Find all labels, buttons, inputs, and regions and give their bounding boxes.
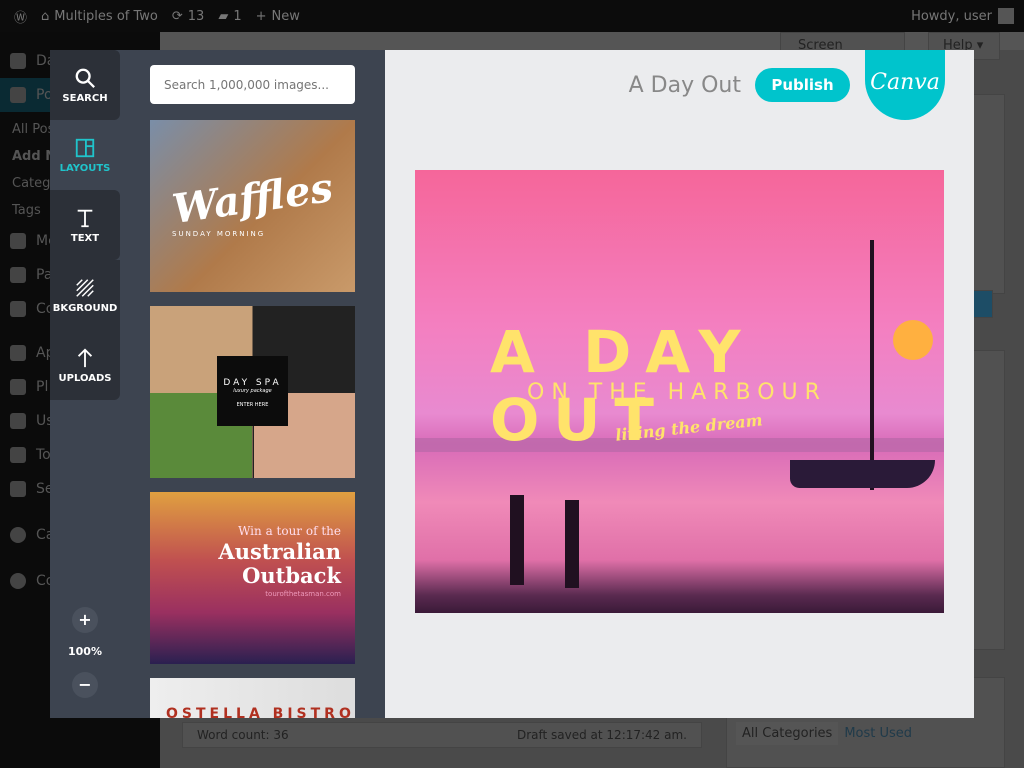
category-tabs: All Categories Most Used bbox=[736, 722, 918, 745]
background-icon bbox=[76, 278, 94, 297]
tool-label: TEXT bbox=[70, 232, 100, 244]
zoom-level: 100% bbox=[68, 645, 102, 658]
plus-icon: + bbox=[255, 8, 267, 24]
layout-cta: ENTER HERE bbox=[236, 402, 269, 408]
fisherman-silhouette bbox=[565, 500, 579, 588]
comments-icon bbox=[10, 301, 26, 317]
account-menu[interactable]: Howdy, user bbox=[911, 8, 1014, 24]
layout-line1: Win a tour of the bbox=[238, 524, 341, 538]
pages-icon bbox=[10, 267, 26, 283]
layouts-icon bbox=[75, 138, 95, 157]
design-subtitle[interactable]: ON THE HARBOUR bbox=[527, 380, 827, 405]
design-canvas[interactable]: A DAY OUT ON THE HARBOUR living the drea… bbox=[415, 170, 944, 613]
tool-search[interactable]: SEARCH bbox=[50, 50, 120, 120]
layout-url: tourofthetasman.com bbox=[265, 590, 341, 598]
layout-ostella-bistro[interactable]: OSTELLA BISTRO bbox=[150, 678, 355, 718]
canva-logo: Canva bbox=[865, 50, 945, 120]
zoom-in-button[interactable]: + bbox=[72, 607, 98, 633]
users-icon bbox=[10, 413, 26, 429]
layout-subtitle: SUNDAY MORNING bbox=[172, 230, 266, 238]
tool-text[interactable]: TEXT bbox=[50, 190, 120, 260]
tool-label: LAYOUTS bbox=[59, 162, 111, 174]
menu-label: Pl bbox=[36, 379, 49, 395]
settings-icon bbox=[10, 481, 26, 497]
home-icon: ⌂ bbox=[41, 8, 50, 24]
tool-label: UPLOADS bbox=[58, 372, 112, 384]
new-link[interactable]: + New bbox=[256, 9, 300, 24]
updates-count: 13 bbox=[187, 8, 205, 24]
upload-icon bbox=[77, 347, 93, 367]
publish-button[interactable]: Publish bbox=[755, 68, 850, 102]
appearance-icon bbox=[10, 345, 26, 361]
comments-link[interactable]: ▰ 1 bbox=[218, 9, 241, 24]
admin-bar: Ⓦ ⌂ Multiples of Two ⟳ 13 ▰ 1 + New Howdy, u… bbox=[0, 0, 1024, 32]
layout-title: Australian Outback bbox=[218, 539, 341, 588]
layout-title: DAY SPA bbox=[223, 378, 282, 388]
tool-label: SEARCH bbox=[62, 92, 108, 104]
avatar bbox=[998, 8, 1014, 24]
wordpress-logo-icon[interactable]: Ⓦ bbox=[14, 7, 27, 26]
tools-icon bbox=[10, 447, 26, 463]
layout-waffles[interactable]: Waffles SUNDAY MORNING bbox=[150, 120, 355, 292]
document-title[interactable]: A Day Out bbox=[629, 73, 741, 98]
comments-count: 1 bbox=[233, 8, 242, 24]
pin-icon bbox=[10, 87, 26, 103]
search-icon bbox=[75, 68, 95, 88]
new-label: New bbox=[271, 8, 300, 24]
site-name: Multiples of Two bbox=[54, 8, 158, 24]
tool-background[interactable]: BKGROUND bbox=[50, 260, 120, 330]
layout-title: Waffles bbox=[169, 164, 336, 233]
tool-uploads[interactable]: UPLOADS bbox=[50, 330, 120, 400]
boat-silhouette bbox=[790, 460, 935, 488]
word-count: Word count: 36 bbox=[197, 728, 289, 742]
dashboard-icon bbox=[10, 53, 26, 69]
draft-saved: Draft saved at 12:17:42 am. bbox=[516, 728, 687, 742]
comment-icon: ▰ bbox=[218, 8, 229, 24]
canva-modal: SEARCH LAYOUTS TEXT BKGROUND UPLOADS + 1… bbox=[50, 50, 974, 718]
tool-label: BKGROUND bbox=[52, 302, 118, 314]
canva-icon bbox=[10, 527, 26, 543]
layout-title: OSTELLA BISTRO bbox=[166, 706, 355, 718]
editor-status-bar: Word count: 36 Draft saved at 12:17:42 a… bbox=[182, 722, 702, 748]
media-icon bbox=[10, 233, 26, 249]
layout-subtitle: luxury package bbox=[233, 388, 272, 394]
menu-label: To bbox=[36, 447, 51, 463]
tab-all-categories[interactable]: All Categories bbox=[736, 722, 839, 745]
updates-link[interactable]: ⟳ 13 bbox=[172, 9, 204, 24]
layouts-panel: Waffles SUNDAY MORNING DAY SPA luxury pa… bbox=[120, 50, 385, 718]
updates-icon: ⟳ bbox=[171, 8, 183, 24]
tab-most-used[interactable]: Most Used bbox=[838, 722, 918, 745]
howdy-label: Howdy, user bbox=[911, 8, 992, 24]
site-link[interactable]: ⌂ Multiples of Two bbox=[41, 9, 158, 24]
layout-outback[interactable]: Win a tour of the Australian Outback tou… bbox=[150, 492, 355, 664]
tool-layouts[interactable]: LAYOUTS bbox=[50, 120, 120, 190]
zoom-out-button[interactable]: − bbox=[72, 672, 98, 698]
image-search-input[interactable] bbox=[150, 65, 355, 104]
layout-day-spa[interactable]: DAY SPA luxury package ENTER HERE bbox=[150, 306, 355, 478]
text-icon bbox=[77, 209, 93, 227]
fisherman-silhouette bbox=[510, 495, 524, 585]
tool-sidebar: SEARCH LAYOUTS TEXT BKGROUND UPLOADS + 1… bbox=[50, 50, 120, 718]
plugins-icon bbox=[10, 379, 26, 395]
canvas-area: A Day Out Publish Canva A DAY OUT ON THE… bbox=[385, 50, 974, 718]
collapse-icon bbox=[10, 573, 26, 589]
